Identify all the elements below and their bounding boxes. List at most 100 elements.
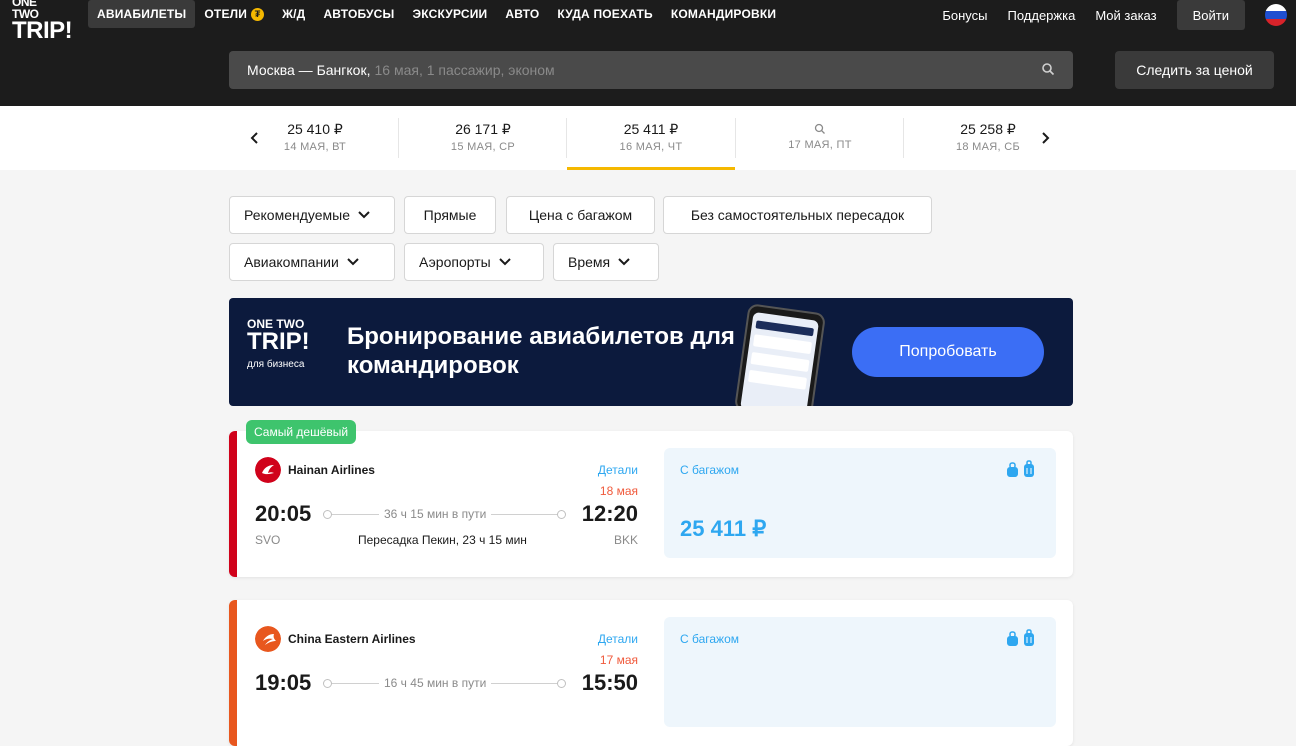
details-link[interactable]: Детали [598, 463, 638, 477]
arrival-date: 18 мая [599, 484, 638, 498]
nav-label: КОМАНДИРОВКИ [670, 7, 777, 21]
business-logo-sub: для бизнеса [247, 359, 305, 370]
date-label: 15 МАЯ, СР [450, 141, 516, 153]
date-price-bar: 25 410 ₽ 14 МАЯ, ВТ 26 171 ₽ 15 МАЯ, СР … [0, 106, 1296, 170]
filter-time-dropdown[interactable]: Время [553, 243, 659, 281]
destination-airport: BKK [613, 533, 638, 547]
logo-line2: TRIP! [12, 17, 73, 44]
business-logo: ONE TWO TRIP! для бизнеса [247, 318, 310, 370]
fare-box[interactable]: С багажом 25 411 ₽ [664, 448, 1056, 558]
chevron-down-icon [498, 258, 511, 266]
search-bar[interactable]: Москва — Бангкок, 16 мая, 1 пассажир, эк… [229, 51, 1073, 89]
hainan-airlines-logo-icon [255, 457, 281, 483]
my-order-link[interactable]: Мой заказ [1095, 8, 1156, 23]
date-cell[interactable]: 25 410 ₽ 14 МАЯ, ВТ [231, 106, 399, 170]
nav-label: ЭКСКУРСИИ [412, 7, 488, 21]
chevron-right-icon [1042, 132, 1050, 144]
search-route: Москва — Бангкок, [247, 62, 371, 78]
search-details: 16 мая, 1 пассажир, эконом [374, 62, 555, 78]
origin-dot [323, 510, 332, 519]
nav-item-where-to-go[interactable]: КУДА ПОЕХАТЬ [548, 0, 661, 28]
fare-price: 25 411 ₽ [680, 516, 767, 541]
chip-label: Время [568, 254, 611, 270]
flight-duration: 16 ч 45 мин в пути [379, 676, 492, 690]
nav-label: КУДА ПОЕХАТЬ [557, 7, 653, 21]
chip-label: Авиакомпании [244, 254, 339, 270]
chip-label: Рекомендуемые [244, 207, 350, 223]
fare-label: С багажом [680, 463, 740, 477]
nav-label: АВИАБИЛЕТЫ [97, 7, 187, 21]
date-label: 14 МАЯ, ВТ [283, 141, 347, 153]
origin-airport: SVO [255, 533, 281, 547]
search-icon[interactable] [1041, 62, 1055, 76]
business-logo-line2: TRIP! [247, 328, 310, 355]
nav-item-avia[interactable]: АВИАБИЛЕТЫ [88, 0, 196, 28]
nav-label: АВТО [505, 7, 540, 21]
nav-label: ОТЕЛИ [204, 7, 248, 21]
chevron-down-icon [358, 211, 370, 219]
fare-box[interactable]: С багажом [664, 617, 1056, 727]
header-right: Бонусы Поддержка Мой заказ Войти [942, 0, 1296, 30]
onetwotrip-logo[interactable]: ONE TWO TRIP! [12, 0, 73, 43]
bonuses-link[interactable]: Бонусы [942, 8, 987, 23]
departure-time: 20:05 [255, 501, 312, 526]
support-link[interactable]: Поддержка [1007, 8, 1075, 23]
nav-item-hotels[interactable]: ОТЕЛИ ₮ [195, 0, 273, 28]
origin-dot [323, 679, 332, 688]
details-link[interactable]: Детали [598, 632, 638, 646]
date-price: 25 411 ₽ [623, 121, 679, 137]
main-nav: АВИАБИЛЕТЫ ОТЕЛИ ₮ Ж/Д АВТОБУСЫ ЭКСКУРСИИ… [88, 0, 785, 28]
date-price: 25 410 ₽ [287, 121, 343, 137]
nav-item-excursions[interactable]: ЭКСКУРСИИ [403, 0, 496, 28]
nav-item-business-trips[interactable]: КОМАНДИРОВКИ [662, 0, 785, 28]
arrival-date: 17 мая [599, 653, 638, 667]
top-header: ONE TWO TRIP! АВИАБИЛЕТЫ ОТЕЛИ ₮ Ж/Д АВТО… [0, 0, 1296, 106]
phone-illustration [733, 303, 827, 406]
chip-label: Без самостоятельных пересадок [690, 207, 905, 223]
flight-card[interactable]: Hainan Airlines Детали 18 мая 20:05 36 ч… [229, 431, 1073, 577]
china-eastern-logo-icon [255, 626, 281, 652]
cheapest-badge: Самый дешёвый [246, 420, 357, 444]
sort-recommended-dropdown[interactable]: Рекомендуемые [229, 196, 395, 234]
transfer-info: Пересадка Пекин, 23 ч 15 мин [358, 533, 527, 547]
destination-dot [557, 510, 566, 519]
airline-name: China Eastern Airlines [288, 632, 416, 646]
nav-item-rail[interactable]: Ж/Д [273, 0, 314, 28]
date-cell-selected[interactable]: 25 411 ₽ 16 МАЯ, ЧТ [567, 106, 735, 170]
nav-label: Ж/Д [282, 7, 306, 21]
filter-direct-button[interactable]: Прямые [404, 196, 496, 234]
business-promo-banner[interactable]: ONE TWO TRIP! для бизнеса Бронирование а… [229, 298, 1073, 406]
date-cell[interactable]: 26 171 ₽ 15 МАЯ, СР [399, 106, 567, 170]
arrival-time: 12:20 [581, 501, 638, 526]
destination-dot [557, 679, 566, 688]
baggage-icon [1007, 460, 1034, 477]
airline-color-stripe [229, 600, 237, 746]
flight-card[interactable]: China Eastern Airlines Детали 17 мая 19:… [229, 600, 1073, 746]
russia-flag-icon[interactable] [1265, 4, 1287, 26]
filter-airlines-dropdown[interactable]: Авиакомпании [229, 243, 395, 281]
date-cell[interactable]: 17 МАЯ, ПТ [736, 106, 904, 170]
date-label: 16 МАЯ, ЧТ [619, 141, 683, 153]
nav-item-auto[interactable]: АВТО [496, 0, 548, 28]
try-button[interactable]: Попробовать [852, 327, 1044, 377]
date-label: 17 МАЯ, ПТ [788, 139, 852, 151]
track-price-button[interactable]: Следить за ценой [1115, 51, 1274, 89]
arrival-time: 15:50 [581, 670, 638, 695]
filter-no-self-transfer-button[interactable]: Без самостоятельных пересадок [663, 196, 932, 234]
login-button[interactable]: Войти [1176, 0, 1245, 30]
flight-duration: 36 ч 15 мин в пути [379, 507, 492, 521]
coin-icon: ₮ [251, 7, 265, 21]
nav-label: АВТОБУСЫ [323, 7, 395, 21]
departure-time: 19:05 [255, 670, 312, 695]
banner-title: Бронирование авиабилетов для командирово… [347, 323, 735, 379]
chip-label: Цена с багажом [528, 207, 633, 223]
filter-baggage-button[interactable]: Цена с багажом [506, 196, 655, 234]
airline-name: Hainan Airlines [288, 463, 375, 477]
next-dates-button[interactable] [1035, 126, 1055, 150]
date-price: 26 171 ₽ [455, 121, 511, 137]
baggage-icon [1007, 629, 1034, 646]
nav-item-buses[interactable]: АВТОБУСЫ [314, 0, 403, 28]
filter-airports-dropdown[interactable]: Аэропорты [404, 243, 544, 281]
chevron-down-icon [347, 258, 359, 266]
chip-label: Аэропорты [419, 254, 491, 270]
